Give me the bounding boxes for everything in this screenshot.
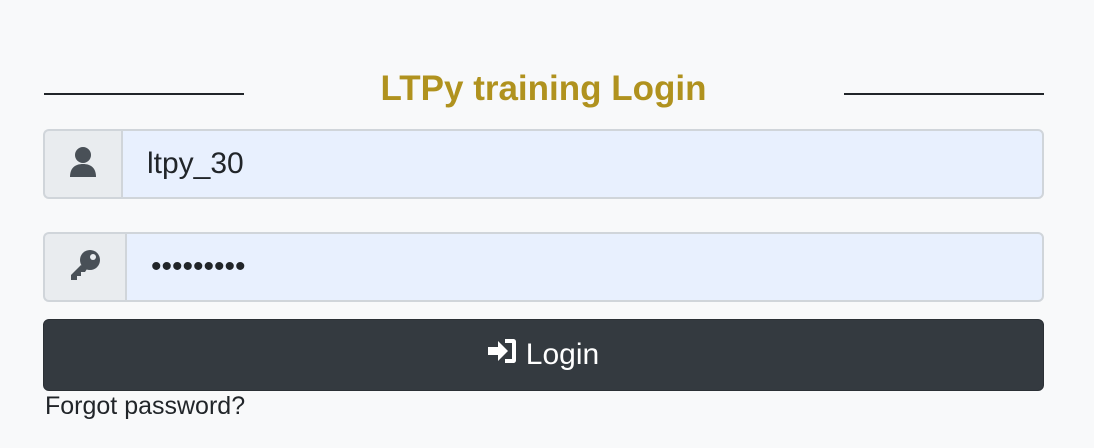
sign-in-icon bbox=[487, 337, 518, 373]
username-addon bbox=[43, 129, 121, 199]
password-input[interactable] bbox=[125, 232, 1044, 302]
login-button-label: Login bbox=[525, 338, 600, 371]
forgot-password-link[interactable]: Forgot password? bbox=[45, 392, 245, 421]
login-button[interactable]: Login bbox=[43, 319, 1044, 391]
password-group bbox=[43, 232, 1044, 302]
username-input[interactable] bbox=[121, 129, 1044, 199]
key-icon bbox=[68, 248, 102, 287]
password-addon bbox=[43, 232, 125, 302]
user-icon bbox=[69, 146, 97, 183]
header-divider-right bbox=[844, 93, 1044, 95]
username-group bbox=[43, 129, 1044, 199]
login-header: LTPy training Login bbox=[43, 64, 1044, 120]
page-title: LTPy training Login bbox=[380, 69, 707, 108]
